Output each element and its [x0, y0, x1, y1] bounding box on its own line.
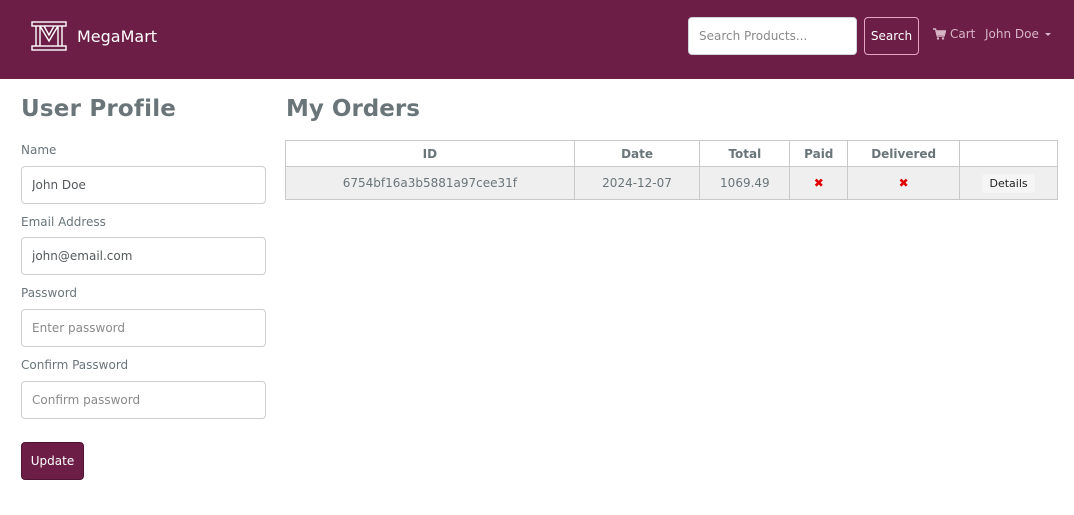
megamart-logo-icon	[31, 21, 67, 51]
user-menu-dropdown[interactable]: John Doe	[985, 25, 1051, 43]
email-field[interactable]	[21, 237, 266, 275]
confirm-password-field[interactable]	[21, 381, 266, 419]
table-row: 6754bf16a3b5881a97cee31f 2024-12-07 1069…	[285, 166, 1058, 200]
cart-link[interactable]: Cart	[933, 25, 975, 43]
password-label: Password	[21, 286, 78, 300]
profile-title: User Profile	[21, 96, 177, 122]
order-delivered-cell: ✖	[847, 166, 961, 200]
update-button[interactable]: Update	[21, 442, 84, 480]
order-actions-cell: Details	[959, 166, 1058, 200]
shopping-cart-icon	[933, 28, 946, 40]
details-button[interactable]: Details	[982, 173, 1035, 193]
caret-down-icon	[1044, 32, 1051, 36]
column-header-date: Date	[573, 140, 701, 167]
order-paid-cell: ✖	[789, 166, 849, 200]
cart-label: Cart	[950, 27, 976, 41]
column-header-paid: Paid	[789, 140, 849, 167]
email-label: Email Address	[21, 215, 106, 229]
orders-table: ID Date Total Paid Delivered 6754bf16a3b…	[285, 140, 1058, 200]
search-button[interactable]: Search	[864, 17, 919, 55]
navbar: MegaMart Search Cart John Doe	[0, 0, 1074, 79]
name-label: Name	[21, 143, 57, 157]
table-header-row: ID Date Total Paid Delivered	[285, 140, 1058, 167]
confirm-password-label: Confirm Password	[21, 358, 129, 372]
not-paid-x-icon: ✖	[813, 176, 824, 190]
brand-name: MegaMart	[77, 26, 158, 46]
name-field[interactable]	[21, 166, 266, 204]
column-header-id: ID	[285, 140, 575, 167]
column-header-actions	[959, 140, 1058, 167]
orders-title: My Orders	[286, 96, 420, 122]
brand-link[interactable]: MegaMart	[31, 20, 157, 52]
password-field[interactable]	[21, 309, 266, 347]
user-name: John Doe	[985, 27, 1039, 41]
order-date-cell: 2024-12-07	[573, 166, 701, 200]
column-header-delivered: Delivered	[847, 140, 961, 167]
not-delivered-x-icon: ✖	[898, 176, 909, 190]
column-header-total: Total	[699, 140, 791, 167]
search-input[interactable]	[688, 17, 857, 55]
order-id-cell: 6754bf16a3b5881a97cee31f	[285, 166, 575, 200]
order-total-cell: 1069.49	[699, 166, 791, 200]
